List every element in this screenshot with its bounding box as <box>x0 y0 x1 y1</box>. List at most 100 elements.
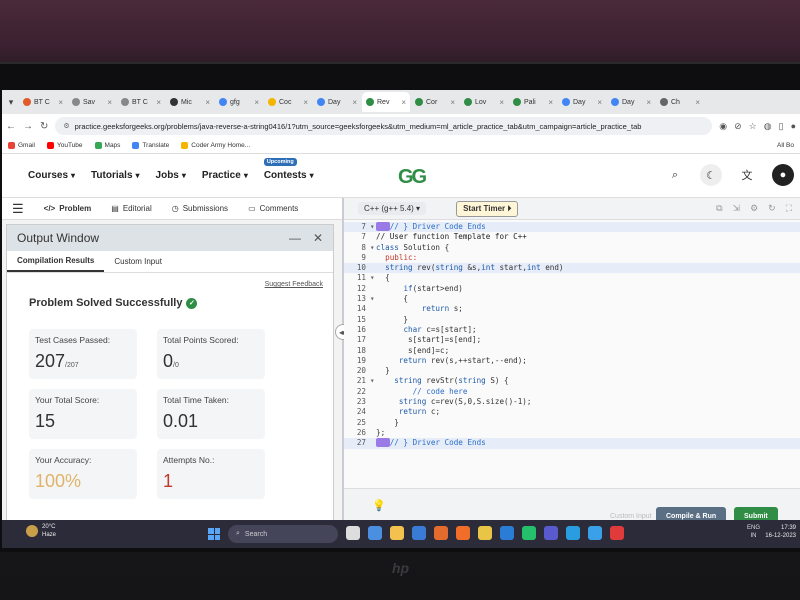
reload-icon[interactable]: ↻ <box>40 121 48 132</box>
tab-compilation-results[interactable]: Compilation Results <box>7 251 105 272</box>
vscode-icon[interactable] <box>500 526 514 540</box>
file-explorer-icon[interactable] <box>390 526 404 540</box>
close-tab-icon[interactable]: × <box>401 98 406 107</box>
settings-icon[interactable]: ⚙ <box>750 203 758 214</box>
close-tab-icon[interactable]: × <box>695 98 700 107</box>
nav-contests[interactable]: Upcoming Contests ▾ <box>263 158 314 181</box>
profile-icon[interactable]: ● <box>791 121 796 131</box>
language-select[interactable]: C++ (g++ 5.4) ▾ <box>358 202 427 215</box>
app-icon[interactable] <box>434 526 448 540</box>
menu-icon[interactable]: ☰ <box>12 201 24 217</box>
minimize-icon[interactable]: — <box>289 231 301 245</box>
close-tab-icon[interactable]: × <box>352 98 357 107</box>
app2-icon[interactable] <box>544 526 558 540</box>
browser-tab[interactable]: Mic × <box>166 92 214 112</box>
tab-problem[interactable]: </> Problem <box>44 204 92 213</box>
code-editor[interactable]: 7 ▾ ▯▯▯// } Driver Code Ends 7 // User fun… <box>344 222 800 484</box>
browser-tab[interactable]: Pali × <box>509 92 557 112</box>
app3-icon[interactable] <box>566 526 580 540</box>
browser-tab[interactable]: BT C × <box>19 92 67 112</box>
url-input[interactable]: ⚙ practice.geeksforgeeks.org/problems/ja… <box>55 117 713 135</box>
windows-start-icon[interactable] <box>208 528 220 540</box>
site-info-icon[interactable]: ⚙ <box>63 122 69 130</box>
browser-tab[interactable]: Day × <box>558 92 606 112</box>
close-tab-icon[interactable]: × <box>597 98 602 107</box>
nav-courses[interactable]: Courses ▾ <box>28 170 75 181</box>
dark-mode-icon[interactable]: ☾ <box>700 164 722 186</box>
taskbar-search[interactable]: ⌕ Search <box>228 525 338 543</box>
widgets-icon[interactable] <box>368 526 382 540</box>
camera-icon[interactable]: ◉ <box>719 121 727 132</box>
close-tab-icon[interactable]: × <box>58 98 63 107</box>
eye-off-icon[interactable]: ⊘ <box>734 121 742 132</box>
search-icon[interactable]: ⌕ <box>664 164 686 186</box>
problem-tabs: ☰ </> Problem ▤ Editorial ◷ Submissions ▭ Co… <box>2 198 342 220</box>
suggest-feedback-link[interactable]: Suggest Feedback <box>265 281 323 288</box>
back-icon[interactable]: ← <box>6 121 16 132</box>
weather-widget[interactable]: 20°C Haze <box>26 523 57 539</box>
bookmark-item[interactable]: YouTube <box>46 142 83 149</box>
browser-tab[interactable]: Day × <box>313 92 361 112</box>
close-tab-icon[interactable]: × <box>205 98 210 107</box>
avatar[interactable]: ● <box>772 164 794 186</box>
tab-submissions[interactable]: ◷ Submissions <box>172 204 228 213</box>
star-icon[interactable]: ☆ <box>749 121 757 132</box>
extension-icon[interactable]: ◍ <box>764 121 772 132</box>
split-icon[interactable]: ▯ <box>779 121 784 132</box>
start-timer-button[interactable]: Start Timer ⏵ <box>456 200 519 217</box>
browser-tab[interactable]: gfg × <box>215 92 263 112</box>
tab-comments[interactable]: ▭ Comments <box>248 204 298 213</box>
bookmark-item[interactable]: Translate <box>132 142 169 149</box>
youtube-icon[interactable] <box>610 526 624 540</box>
translate-icon[interactable]: 文 <box>736 164 758 186</box>
bookmark-item[interactable]: Coder Army Home... <box>181 142 250 149</box>
tab-custom-input[interactable]: Custom Input <box>104 251 172 272</box>
brave-icon[interactable] <box>456 526 470 540</box>
nav-tutorials[interactable]: Tutorials ▾ <box>91 170 140 181</box>
close-tab-icon[interactable]: × <box>254 98 259 107</box>
stat-time: Total Time Taken: 0.01 <box>157 389 265 439</box>
language-indicator[interactable]: ENG IN <box>747 524 760 540</box>
export-icon[interactable]: ⇲ <box>733 203 741 214</box>
clock-time: 17:39 <box>780 525 796 531</box>
bookmark-item[interactable]: Gmail <box>8 142 35 149</box>
close-tab-icon[interactable]: × <box>548 98 553 107</box>
close-tab-icon[interactable]: × <box>156 98 161 107</box>
browser-tab[interactable]: Day × <box>607 92 655 112</box>
close-tab-icon[interactable]: × <box>499 98 504 107</box>
weather-desc: Haze <box>42 532 57 538</box>
browser-tab[interactable]: Rev × <box>362 92 410 112</box>
store-icon[interactable] <box>412 526 426 540</box>
browser-tab[interactable]: Coc × <box>264 92 312 112</box>
clock[interactable]: 17:39 16-12-2023 <box>765 524 796 540</box>
code-line: 24 return c; <box>356 407 441 417</box>
whatsapp-icon[interactable] <box>522 526 536 540</box>
tab-editorial[interactable]: ▤ Editorial <box>111 204 151 213</box>
close-icon[interactable]: ✕ <box>313 231 323 245</box>
reset-icon[interactable]: ↻ <box>768 203 776 214</box>
browser-tab[interactable]: Sav × <box>68 92 116 112</box>
all-bookmarks[interactable]: All Bo <box>777 142 794 149</box>
browser-tab[interactable]: Ch × <box>656 92 704 112</box>
close-tab-icon[interactable]: × <box>303 98 308 107</box>
gfg-logo[interactable]: GG <box>398 166 427 189</box>
lightbulb-icon[interactable]: 💡 <box>372 499 386 512</box>
tab-search-icon[interactable]: ▾ <box>4 95 18 109</box>
favicon-icon <box>219 98 227 106</box>
chrome-icon[interactable] <box>478 526 492 540</box>
browser-tab-label: gfg <box>230 98 240 106</box>
bookmark-item[interactable]: Maps <box>94 142 120 149</box>
close-tab-icon[interactable]: × <box>646 98 651 107</box>
expand-icon[interactable]: ⛶ <box>786 203 792 214</box>
close-tab-icon[interactable]: × <box>107 98 112 107</box>
forward-icon[interactable]: → <box>23 121 33 132</box>
nav-jobs[interactable]: Jobs ▾ <box>156 170 186 181</box>
app4-icon[interactable] <box>588 526 602 540</box>
browser-tab[interactable]: Lov × <box>460 92 508 112</box>
close-tab-icon[interactable]: × <box>450 98 455 107</box>
nav-practice[interactable]: Practice ▾ <box>202 170 248 181</box>
browser-tab[interactable]: Cor × <box>411 92 459 112</box>
task-view-icon[interactable] <box>346 526 360 540</box>
browser-tab[interactable]: BT C × <box>117 92 165 112</box>
fullscreen-icon[interactable]: ⧉ <box>716 203 722 214</box>
